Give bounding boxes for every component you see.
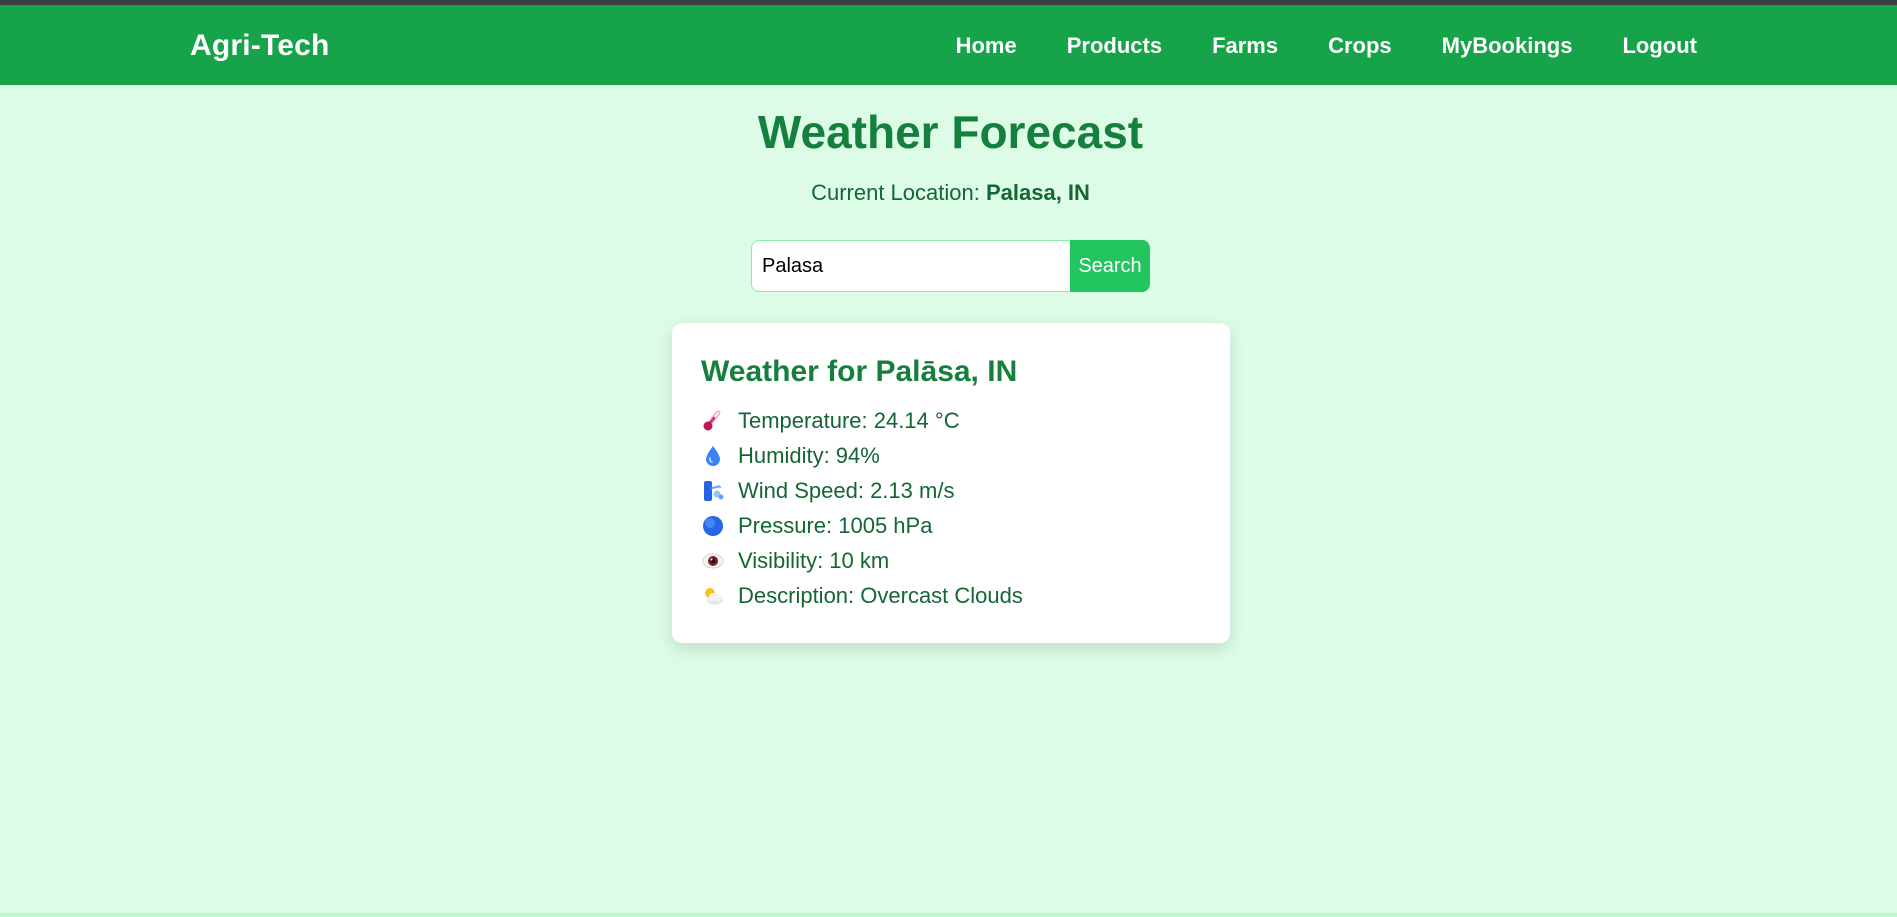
brand-logo[interactable]: Agri-Tech — [190, 29, 330, 63]
nav-link-mybookings[interactable]: MyBookings — [1442, 33, 1573, 59]
current-location: Current Location: Palasa, IN — [0, 180, 1897, 206]
search-button[interactable]: Search — [1070, 240, 1150, 292]
thermometer-icon — [701, 409, 725, 433]
page-title: Weather Forecast — [757, 106, 1144, 158]
cloud-icon — [701, 584, 725, 608]
search-bar: Search — [751, 240, 1150, 292]
nav-links: Home Products Farms Crops MyBookings Log… — [906, 33, 1697, 59]
weather-row-visibility: Visibility: 10 km — [701, 543, 1201, 578]
eye-icon — [701, 549, 725, 573]
nav-link-products[interactable]: Products — [1067, 33, 1162, 59]
weather-card-title: Weather for Palāsa, IN — [701, 355, 1018, 388]
weather-row-pressure: Pressure: 1005 hPa — [701, 508, 1201, 543]
globe-icon — [701, 514, 725, 538]
visibility-text: Visibility: 10 km — [738, 547, 890, 573]
nav-link-crops[interactable]: Crops — [1328, 33, 1392, 59]
temperature-text: Temperature: 24.14 °C — [738, 407, 960, 433]
wind-speed-text: Wind Speed: 2.13 m/s — [738, 477, 955, 503]
search-input[interactable] — [751, 240, 1070, 292]
weather-row-wind: Wind Speed: 2.13 m/s — [701, 473, 1201, 508]
humidity-text: Humidity: 94% — [738, 442, 880, 468]
wind-icon — [701, 479, 725, 503]
bottom-border — [0, 913, 1897, 917]
current-location-label: Current Location: — [811, 180, 980, 205]
weather-row-humidity: Humidity: 94% — [701, 438, 1201, 473]
top-navbar: Agri-Tech Home Products Farms Crops MyBo… — [0, 5, 1897, 85]
nav-link-farms[interactable]: Farms — [1212, 33, 1278, 59]
droplet-icon — [701, 444, 725, 468]
weather-row-description: Description: Overcast Clouds — [701, 578, 1201, 613]
current-location-value: Palasa, IN — [985, 180, 1090, 205]
description-text: Description: Overcast Clouds — [738, 582, 1023, 608]
nav-link-home[interactable]: Home — [956, 33, 1017, 59]
weather-card: Weather for Palāsa, IN Temperature: 24.1… — [672, 323, 1230, 643]
weather-row-temperature: Temperature: 24.14 °C — [701, 403, 1201, 438]
nav-link-logout[interactable]: Logout — [1622, 33, 1697, 59]
pressure-text: Pressure: 1005 hPa — [738, 512, 933, 538]
